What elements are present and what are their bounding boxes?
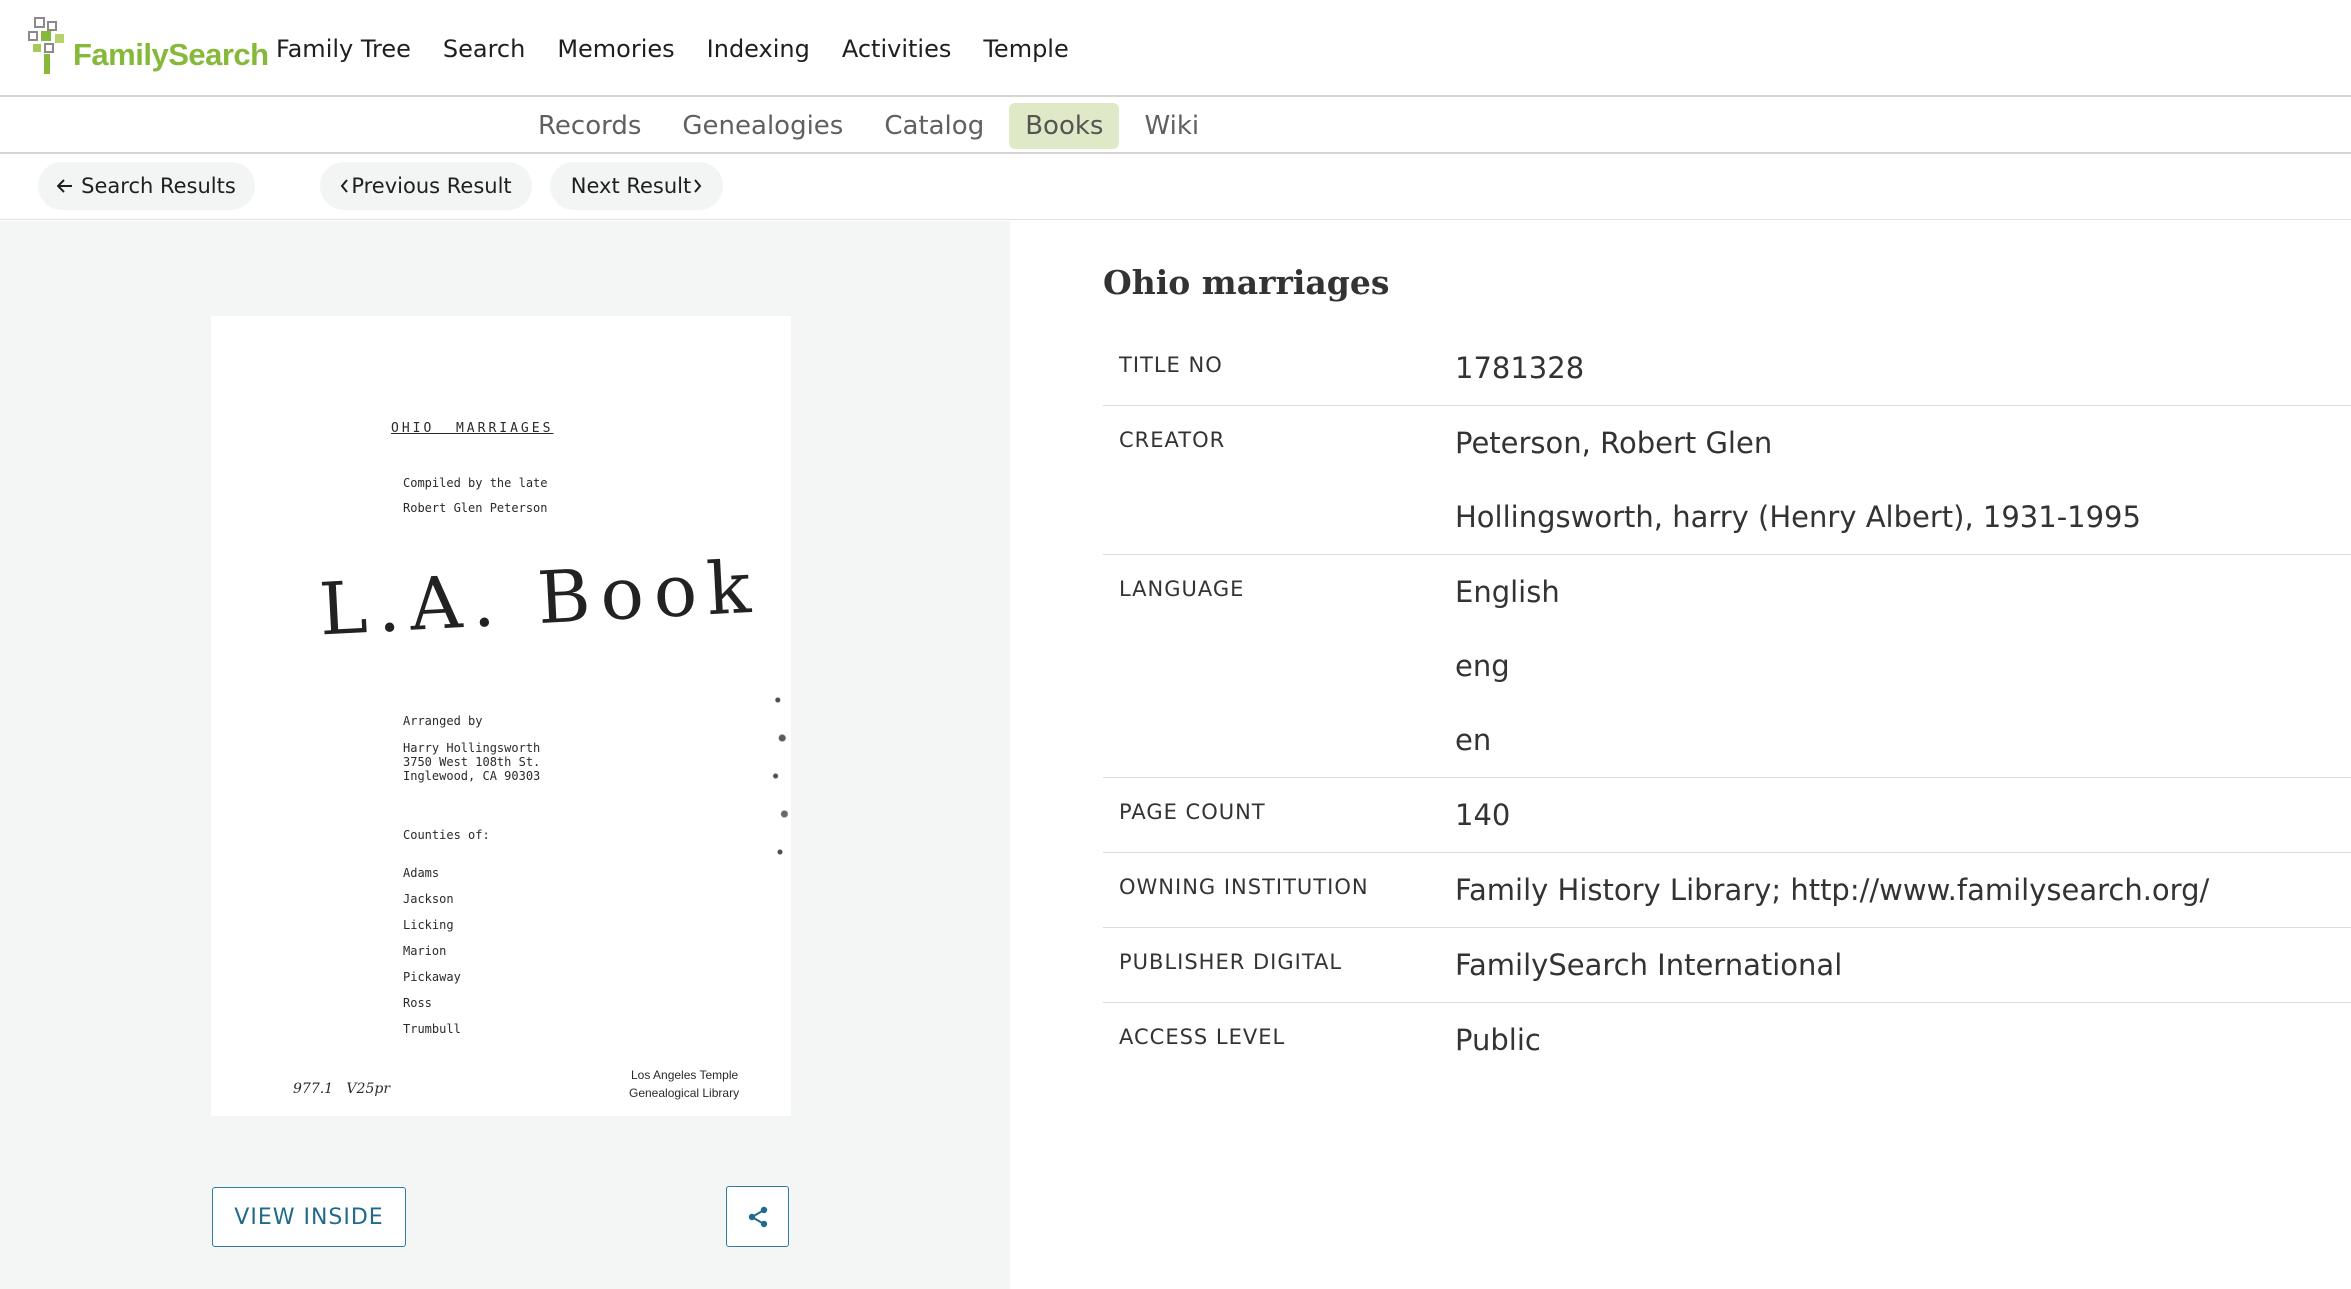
detail-value: 1781328 — [1455, 351, 1585, 385]
cover-call-number: 977.1 V25pr — [293, 1081, 391, 1097]
cover-county: Adams — [403, 866, 440, 880]
cover-address-line: Harry Hollingsworth — [403, 741, 541, 755]
detail-row-access-level: ACCESS LEVEL Public — [1103, 1003, 2351, 1077]
detail-value: Hollingsworth, harry (Henry Albert), 193… — [1455, 500, 2141, 534]
detail-value: Family History Library; http://www.famil… — [1455, 873, 2210, 907]
share-icon — [748, 1206, 767, 1227]
share-button[interactable] — [726, 1186, 789, 1247]
chevron-left-icon — [341, 179, 349, 193]
detail-label: PAGE COUNT — [1119, 800, 1266, 824]
detail-label: OWNING INSTITUTION — [1119, 875, 1369, 899]
detail-row-owning-institution: OWNING INSTITUTION Family History Librar… — [1103, 853, 2351, 928]
detail-row-page-count: PAGE COUNT 140 — [1103, 778, 2351, 853]
cover-county: Trumbull — [403, 1022, 461, 1036]
nav-temple[interactable]: Temple — [967, 35, 1084, 63]
record-title: Ohio marriages — [1103, 263, 1390, 302]
nav-indexing[interactable]: Indexing — [691, 35, 826, 63]
detail-value: Peterson, Robert Glen — [1455, 426, 1773, 460]
detail-value: en — [1455, 723, 1492, 757]
subnav-books[interactable]: Books — [1009, 103, 1120, 149]
cover-county: Marion — [403, 944, 447, 958]
top-header: FamilySearch Family Tree Search Memories… — [0, 0, 2351, 97]
nav-search[interactable]: Search — [427, 35, 541, 63]
cover-title: OHIO MARRIAGES — [391, 421, 554, 436]
arrow-left-icon — [57, 179, 73, 193]
detail-row-language: LANGUAGE English eng en — [1103, 555, 2351, 778]
subnav-wiki[interactable]: Wiki — [1128, 103, 1215, 149]
cover-compiler-line: Robert Glen Peterson — [403, 501, 548, 515]
view-inside-button[interactable]: VIEW INSIDE — [212, 1187, 406, 1247]
cover-compiled-line: Compiled by the late — [403, 476, 548, 490]
nav-memories[interactable]: Memories — [541, 35, 690, 63]
previous-label: Previous Result — [351, 174, 512, 198]
primary-nav: Family Tree Search Memories Indexing Act… — [260, 0, 1085, 97]
search-subnav: Records Genealogies Catalog Books Wiki — [0, 97, 2351, 154]
previous-result-button[interactable]: Previous Result — [320, 162, 532, 210]
detail-value: Public — [1455, 1023, 1541, 1057]
detail-label: CREATOR — [1119, 428, 1226, 452]
detail-row-title-no: TITLE NO 1781328 — [1103, 331, 2351, 406]
detail-row-publisher-digital: PUBLISHER DIGITAL FamilySearch Internati… — [1103, 928, 2351, 1003]
scan-speckle-decoration — [769, 681, 791, 871]
next-label: Next Result — [570, 174, 692, 198]
cover-counties-heading: Counties of: — [403, 828, 490, 842]
cover-handwritten-note: L.A. Book — [317, 544, 763, 652]
detail-value: eng — [1455, 649, 1510, 683]
record-details-panel: Ohio marriages TITLE NO 1781328 CREATOR … — [1010, 221, 2351, 1289]
detail-label: LANGUAGE — [1119, 577, 1245, 601]
nav-family-tree[interactable]: Family Tree — [260, 35, 427, 63]
book-preview-panel: OHIO MARRIAGES Compiled by the late Robe… — [0, 221, 1010, 1289]
cover-county: Pickaway — [403, 970, 461, 984]
book-cover-image[interactable]: OHIO MARRIAGES Compiled by the late Robe… — [211, 316, 791, 1116]
result-navigation: Search Results Previous Result Next Resu… — [0, 154, 2351, 220]
subnav-catalog[interactable]: Catalog — [868, 103, 1000, 149]
logo-text: FamilySearch — [73, 37, 269, 72]
next-result-button[interactable]: Next Result — [550, 162, 723, 210]
familysearch-logo[interactable]: FamilySearch — [27, 14, 269, 74]
detail-row-creator: CREATOR Peterson, Robert Glen Hollingswo… — [1103, 406, 2351, 555]
detail-label: ACCESS LEVEL — [1119, 1025, 1286, 1049]
detail-value: English — [1455, 575, 1560, 609]
cover-address-line: 3750 West 108th St. — [403, 755, 541, 769]
cover-library-stamp: Genealogical Library — [629, 1086, 740, 1100]
back-label: Search Results — [81, 174, 236, 198]
cover-library-stamp: Los Angeles Temple — [631, 1068, 739, 1082]
cover-arranged-line: Arranged by — [403, 714, 483, 728]
cover-county: Licking — [403, 918, 454, 932]
cover-county: Ross — [403, 996, 432, 1010]
record-details-list: TITLE NO 1781328 CREATOR Peterson, Rober… — [1103, 331, 2351, 1077]
detail-label: PUBLISHER DIGITAL — [1119, 950, 1343, 974]
back-to-search-results-button[interactable]: Search Results — [38, 162, 255, 210]
detail-value: FamilySearch International — [1455, 948, 1843, 982]
detail-label: TITLE NO — [1119, 353, 1223, 377]
detail-value: 140 — [1455, 798, 1511, 832]
cover-county: Jackson — [403, 892, 454, 906]
subnav-records[interactable]: Records — [522, 103, 657, 149]
cover-address-line: Inglewood, CA 90303 — [403, 769, 541, 783]
family-tree-logo-icon — [28, 17, 64, 74]
nav-activities[interactable]: Activities — [826, 35, 968, 63]
chevron-right-icon — [694, 179, 702, 193]
subnav-genealogies[interactable]: Genealogies — [666, 103, 859, 149]
